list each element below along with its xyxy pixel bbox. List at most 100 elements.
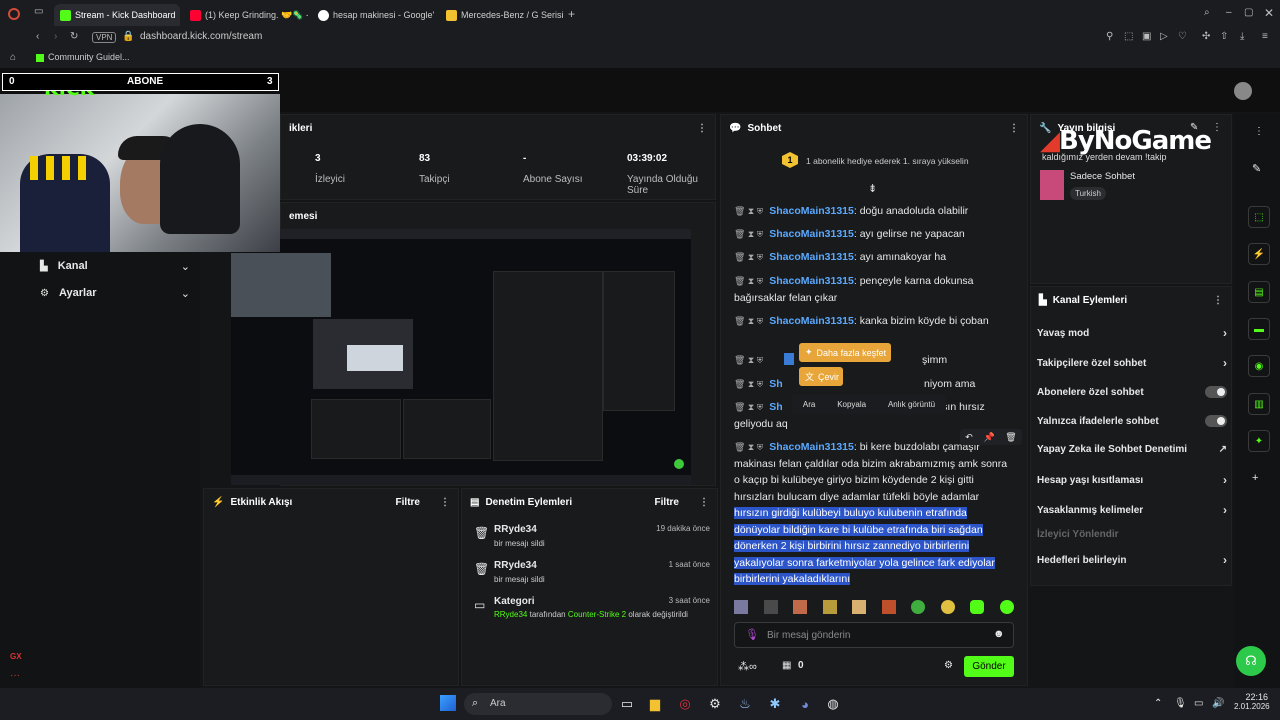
emote-icon[interactable] (822, 600, 837, 614)
emote-icon[interactable] (999, 600, 1014, 614)
action-ai-moderation[interactable]: Yapay Zeka ile Sohbet Denetimi ↗ (1037, 444, 1227, 455)
layout-button[interactable]: ▥ (1248, 393, 1270, 415)
edit-layout-icon[interactable]: ✎ (1252, 162, 1261, 175)
translate-button[interactable]: 文 Çevir (799, 367, 843, 386)
opera-logo-icon[interactable] (8, 8, 20, 20)
tab-menu-icon[interactable]: ▭ (34, 6, 43, 17)
reply-icon[interactable]: ↶ (965, 432, 973, 443)
action-set-goals[interactable]: Hedefleri belirleyin › (1037, 553, 1227, 567)
action-account-age[interactable]: Hesap yaşı kısıtlaması › (1037, 473, 1227, 487)
subscriber-chat-toggle[interactable] (1205, 386, 1227, 398)
tools-button[interactable]: ✦ (1248, 430, 1270, 452)
windows-start-icon[interactable] (440, 695, 456, 711)
share-icon[interactable]: ⇧ (1220, 31, 1228, 42)
emote-icon[interactable] (793, 600, 808, 614)
poll-button[interactable]: ▤ (1248, 281, 1270, 303)
stream-preview-video[interactable] (231, 229, 691, 485)
action-follower-chat[interactable]: Takipçilere özel sohbet › (1037, 356, 1227, 370)
copy-button[interactable]: Kopyala (837, 400, 866, 409)
more-options-icon[interactable]: ⋮ (699, 497, 709, 508)
more-options-icon[interactable]: ⋮ (1254, 126, 1264, 137)
action-banned-words[interactable]: Yasaklanmış kelimeler › (1037, 503, 1227, 517)
store-icon[interactable]: ▦ (782, 660, 791, 671)
sidebar-item-ayarlar[interactable]: ⚙ Ayarlar ⌄ (40, 285, 190, 301)
reload-icon[interactable]: ↻ (70, 31, 78, 42)
network-icon[interactable]: ▭ (1194, 698, 1203, 709)
search-icon[interactable]: ⌕ (1204, 7, 1210, 18)
snapshot-button[interactable]: Anlık görüntü (888, 400, 935, 409)
download-icon[interactable]: ⤓ (1240, 31, 1244, 42)
chat-input[interactable]: 🎙 Bir mesaj gönderin ☻ (734, 622, 1014, 648)
opera-gx-icon[interactable]: ◎ (676, 695, 694, 713)
sidebar-toggle-icon[interactable]: ⌂ (10, 52, 16, 63)
url-field[interactable]: dashboard.kick.com/stream (140, 31, 262, 42)
tab-kick-dashboard[interactable]: Stream - Kick Dashboard (54, 4, 180, 26)
menu-icon[interactable]: ≡ (1262, 31, 1268, 42)
volume-icon[interactable]: 🔊 (1212, 698, 1224, 709)
more-options-icon[interactable]: ⋮ (1213, 295, 1223, 306)
emote-icon[interactable] (734, 600, 748, 614)
gift-prompt[interactable]: 1 abonelik hediye ederek 1. sıraya yükse… (806, 156, 969, 166)
more-options-icon[interactable]: ⋮ (1009, 123, 1019, 134)
steam-icon[interactable]: ♨ (736, 695, 754, 713)
extensions-icon[interactable]: ✣ (1202, 31, 1210, 42)
pin-icon[interactable]: 📌 (983, 432, 994, 443)
bookmark-community-guidelines[interactable]: Community Guidel... (48, 52, 130, 62)
minimize-icon[interactable]: – (1226, 7, 1232, 18)
send-button[interactable]: Gönder (964, 656, 1014, 677)
file-explorer-icon[interactable]: ▆ (646, 695, 664, 713)
close-icon[interactable]: ✕ (1264, 6, 1274, 20)
maximize-icon[interactable]: ▢ (1244, 7, 1253, 18)
sidebar-item-kanal[interactable]: ▙ Kanal ⌄ (40, 258, 190, 274)
emote-icon[interactable] (852, 600, 867, 614)
emote-icon[interactable] (763, 600, 778, 614)
emote-only-toggle[interactable] (1205, 415, 1227, 427)
microphone-icon[interactable]: 🎙 (1174, 698, 1187, 709)
emoji-icon[interactable]: ☻ (993, 628, 1005, 640)
more-options-icon[interactable]: ⋮ (1212, 122, 1222, 133)
pin-icon[interactable]: ⚲ (1106, 31, 1113, 42)
emote-icon[interactable] (940, 600, 955, 614)
delete-icon[interactable]: 🗑 (1005, 432, 1016, 443)
play-icon[interactable]: ▷ (1160, 31, 1168, 42)
tab-mercedes[interactable]: Mercedes-Benz / G Serisi (440, 4, 564, 26)
add-icon[interactable]: + (1252, 472, 1258, 484)
action-slow-mode[interactable]: Yavaş mod › (1037, 326, 1227, 340)
task-view-icon[interactable]: ▭ (618, 695, 636, 713)
more-icon[interactable]: ··· (10, 670, 20, 681)
snapshot-icon[interactable]: ⬚ (1124, 31, 1133, 42)
tray-chevron-icon[interactable]: ⌃ (1154, 698, 1162, 709)
tab-youtube[interactable]: (1) Keep Grinding. 🤝🦠 - (184, 4, 308, 26)
app-icon[interactable]: ⚙ (706, 695, 724, 713)
vpn-app-icon[interactable]: ✱ (766, 695, 784, 713)
vpn-badge[interactable]: VPN (92, 32, 117, 43)
help-chat-button[interactable]: ☊ (1236, 646, 1266, 676)
emote-icon[interactable] (911, 600, 926, 614)
search-selection-button[interactable]: Ara (803, 400, 815, 409)
bolt-button[interactable]: ⚡ (1248, 243, 1270, 265)
emote-icon[interactable] (970, 600, 985, 614)
tab-google[interactable]: hesap makinesi - Google' (312, 4, 436, 26)
audit-filter-button[interactable]: Filtre (655, 497, 679, 508)
clock[interactable]: 22:16 2.01.2026 (1234, 692, 1270, 711)
more-options-icon[interactable]: ⋮ (440, 497, 450, 508)
gear-icon[interactable]: ⚙ (944, 660, 953, 671)
selected-text[interactable]: hırsızın girdiği kulübeyi buluyo kuluben… (734, 507, 995, 585)
microphone-icon[interactable]: 🎙 (745, 628, 759, 641)
explore-more-button[interactable]: ✦ Daha fazla keşfet (799, 343, 891, 362)
forward-icon[interactable]: › (54, 31, 57, 42)
activity-filter-button[interactable]: Filtre (396, 497, 420, 508)
back-icon[interactable]: ‹ (36, 31, 39, 42)
action-raid-viewers[interactable]: İzleyici Yönlendir (1037, 529, 1227, 540)
heart-icon[interactable]: ♡ (1178, 31, 1187, 42)
discord-icon[interactable]: ◕ (796, 695, 814, 713)
clip-button[interactable]: ⬚ (1248, 206, 1270, 228)
chat-button[interactable]: ▬ (1248, 318, 1270, 340)
avatar[interactable] (1234, 82, 1252, 100)
emote-icon[interactable] (881, 600, 896, 614)
new-tab-icon[interactable]: + (568, 7, 575, 21)
cube-icon[interactable]: ▣ (1142, 31, 1151, 42)
broadcast-button[interactable]: ◉ (1248, 355, 1270, 377)
settings-bubbles-icon[interactable]: ⁂∞ (738, 660, 757, 673)
taskbar-search[interactable]: ⌕ Ara (464, 693, 612, 715)
